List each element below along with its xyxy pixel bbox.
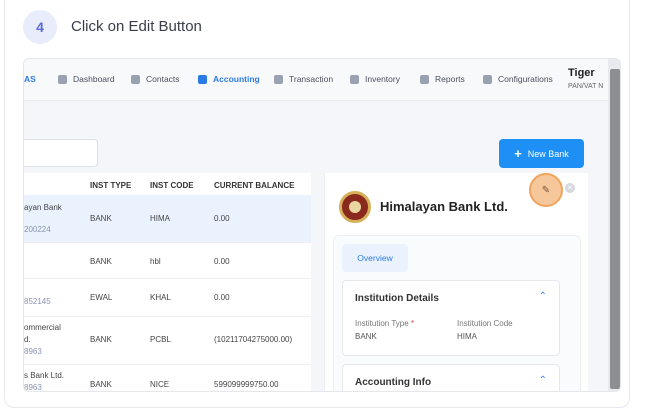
edit-button[interactable]: ✎ [529, 173, 563, 207]
inventory-icon [350, 74, 359, 84]
scroll-thumb[interactable] [610, 69, 620, 389]
table-row[interactable]: 852145 EWAL KHAL 0.00 [24, 279, 311, 317]
row-balance: 0.00 [214, 257, 230, 266]
step-card: 4 Click on Edit Button AS Dashboard Cont… [4, 0, 630, 408]
required-mark: * [410, 319, 415, 328]
institution-details-section: Institution Details ⌃ Institution Type *… [342, 280, 560, 356]
plus-icon: + [514, 146, 522, 161]
nav-transaction[interactable]: Transaction [274, 74, 333, 84]
table-row[interactable]: BANK hbl 0.00 [24, 243, 311, 279]
bank-title: Himalayan Bank Ltd. [380, 199, 508, 214]
row-type: BANK [90, 380, 112, 389]
accounting-icon [198, 74, 207, 84]
row-code: NICE [150, 380, 170, 389]
bank-table: INST TYPE INST CODE CURRENT BALANCE ayan… [24, 173, 311, 392]
new-bank-label: New Bank [527, 148, 569, 159]
col-current-balance: CURRENT BALANCE [214, 181, 295, 190]
nav-inventory[interactable]: Inventory [350, 74, 400, 84]
row-name-line2: d. [24, 335, 31, 344]
new-bank-button[interactable]: + New Bank [499, 139, 584, 168]
nav-dashboard-label: Dashboard [73, 74, 115, 84]
row-type: BANK [90, 214, 112, 223]
contacts-icon [131, 74, 140, 84]
chevron-up-icon[interactable]: ⌃ [539, 291, 547, 302]
row-sub: 8963 [24, 347, 42, 356]
row-sub: 8963 [24, 383, 42, 392]
inst-type-label-text: Institution Type [355, 319, 409, 328]
nav-transaction-label: Transaction [289, 74, 334, 84]
detail-content: Overview Institution Details ⌃ Instituti… [333, 235, 581, 391]
row-code: PCBL [150, 335, 171, 344]
nav-configurations-label: Configurations [498, 74, 553, 84]
app-screenshot: AS Dashboard Contacts Accounting Transac… [23, 58, 621, 392]
accounting-info-title: Accounting Info [355, 377, 432, 388]
row-code: HIMA [150, 214, 170, 223]
col-inst-type: INST TYPE [90, 181, 132, 190]
inst-code-label: Institution Code [457, 319, 513, 328]
row-type: EWAL [90, 293, 113, 302]
chevron-up-icon[interactable]: ⌃ [539, 375, 547, 386]
nav-contacts[interactable]: Contacts [131, 74, 180, 84]
step-number-badge: 4 [23, 10, 57, 44]
institution-details-title: Institution Details [355, 293, 439, 304]
reports-icon [420, 74, 429, 84]
dashboard-icon [58, 74, 67, 84]
user-pan-vat: PAN/VAT N [568, 83, 604, 90]
row-name: ommercial [24, 323, 61, 332]
nav-reports[interactable]: Reports [420, 74, 465, 84]
row-balance: (10211704275000.00) [214, 335, 293, 344]
nav-accounting-label: Accounting [213, 74, 260, 84]
accounting-info-section: Accounting Info ⌃ [342, 364, 560, 391]
gear-icon [483, 74, 492, 84]
row-balance: 0.00 [214, 293, 230, 302]
inst-type-value: BANK [355, 332, 377, 341]
table-row[interactable]: ommercial d. 8963 BANK PCBL (10211704275… [24, 317, 311, 365]
inst-type-label: Institution Type * [355, 319, 414, 328]
row-type: BANK [90, 257, 112, 266]
scrollbar[interactable] [608, 59, 620, 391]
row-code: KHAL [150, 293, 171, 302]
user-name: Tiger [568, 67, 595, 79]
nav-configurations[interactable]: Configurations [483, 74, 553, 84]
pencil-icon: ✎ [541, 184, 551, 196]
tab-overview[interactable]: Overview [342, 244, 408, 272]
search-input[interactable]: s [24, 139, 98, 167]
row-balance: 599099999750.00 [214, 380, 279, 389]
row-code: hbl [150, 257, 161, 266]
top-nav: AS Dashboard Contacts Accounting Transac… [24, 59, 620, 101]
close-icon[interactable]: ✕ [565, 183, 575, 193]
transaction-icon [274, 74, 283, 84]
row-sub: 200224 [24, 225, 51, 234]
nav-dashboard[interactable]: Dashboard [58, 74, 115, 84]
row-name: s Bank Ltd. [24, 371, 65, 380]
inst-code-value: HIMA [457, 332, 477, 341]
bank-detail-panel: Himalayan Bank Ltd. ✎ ✕ Overview Institu… [324, 173, 588, 391]
col-inst-code: INST CODE [150, 181, 194, 190]
table-row[interactable]: s Bank Ltd. 8963 BANK NICE 599099999750.… [24, 365, 311, 392]
nav-accounting[interactable]: Accounting [198, 74, 260, 84]
brand-logo-text: AS [24, 74, 36, 84]
row-type: BANK [90, 335, 112, 344]
nav-reports-label: Reports [435, 74, 465, 84]
table-row[interactable]: ayan Bank 200224 BANK HIMA 0.00 [24, 195, 311, 243]
step-title: Click on Edit Button [71, 18, 202, 35]
row-sub: 852145 [24, 297, 51, 306]
row-name: ayan Bank [24, 203, 62, 212]
nav-inventory-label: Inventory [365, 74, 400, 84]
row-balance: 0.00 [214, 214, 230, 223]
nav-contacts-label: Contacts [146, 74, 180, 84]
bank-logo [339, 191, 371, 223]
